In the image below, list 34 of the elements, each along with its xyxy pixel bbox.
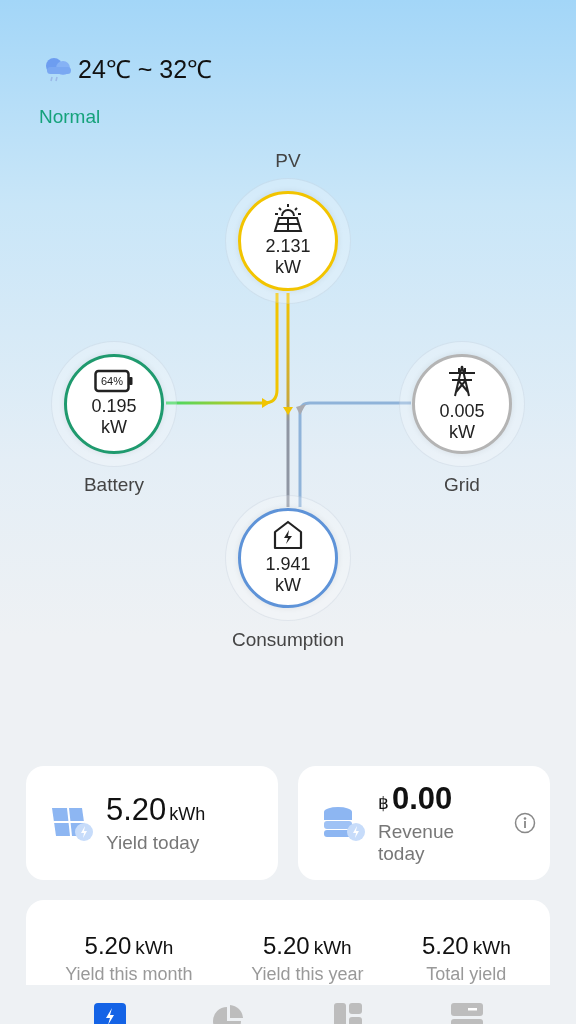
power-value: 0.195 kW [91, 396, 137, 439]
power-value: 2.131 kW [265, 236, 311, 279]
temperature-range: 24℃ ~ 32℃ [78, 53, 213, 85]
power-tower-icon [447, 364, 477, 399]
stat-value: 5.20 [422, 932, 469, 960]
node-circle[interactable]: 64% 0.195 kW [64, 353, 164, 454]
node-label: PV [274, 149, 302, 172]
node-label: Consumption [231, 628, 345, 651]
house-bolt-icon [272, 519, 304, 552]
node-circle[interactable]: 2.131 kW [238, 190, 338, 291]
power-value: 1.941 kW [265, 554, 311, 597]
stat-label: Yield this month [65, 964, 193, 985]
unit-label: kWh [169, 804, 206, 825]
info-icon[interactable] [514, 812, 536, 834]
status-text: Normal [39, 105, 101, 128]
unit-label: kWh [472, 937, 511, 959]
battery-percentage: 64% [100, 374, 124, 389]
stat-label: Yield this year [251, 964, 364, 985]
stat-value: 5.20 [84, 932, 132, 960]
card-value: 5.20 [106, 792, 167, 828]
solar-panel-sun-icon [271, 203, 305, 234]
card-label: Revenue today [378, 821, 456, 865]
node-label: Grid [443, 473, 481, 496]
stat-value: 5.20 [262, 932, 310, 960]
card-label: Yield today [106, 832, 201, 854]
currency-symbol: ฿ [378, 793, 389, 814]
node-label: Battery [82, 473, 146, 496]
node-circle[interactable]: 1.941 kW [238, 507, 338, 608]
power-value: 0.005 kW [439, 401, 485, 444]
unit-label: kWh [135, 937, 174, 959]
unit-label: kWh [313, 937, 352, 959]
stat-label: Total yield [426, 964, 507, 985]
node-circle[interactable]: 0.005 kW [412, 353, 512, 454]
card-value: 0.00 [392, 781, 453, 817]
